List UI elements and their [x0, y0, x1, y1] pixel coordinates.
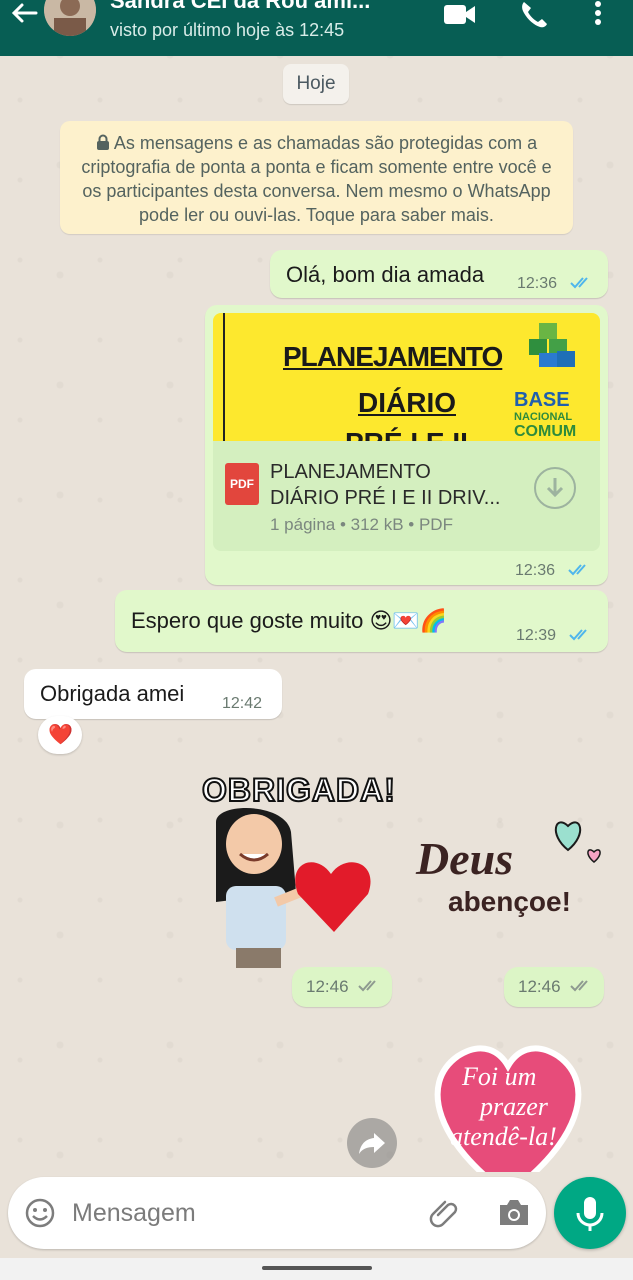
pdf-file-icon: PDF: [225, 463, 259, 505]
video-call-icon[interactable]: [442, 0, 478, 30]
preview-logo-comum: COMUM: [514, 423, 577, 440]
deus-abencoe-sticker[interactable]: Deus abençoe!: [408, 810, 608, 934]
read-ticks-icon: [358, 979, 382, 993]
system-nav-bar: [0, 1258, 633, 1280]
incoming-message[interactable]: Obrigada amei 12:42: [24, 669, 282, 719]
forward-icon[interactable]: [347, 1118, 397, 1168]
message-input[interactable]: [72, 1195, 402, 1231]
read-ticks-icon: [570, 979, 594, 993]
message-text: Olá, bom dia amada: [286, 262, 485, 287]
message-text: Espero que goste muito 😍💌🌈: [131, 608, 448, 633]
bitmoji-girl-heart-icon: [216, 808, 371, 968]
preview-logo-base: BASE: [514, 389, 570, 411]
encryption-notice-text: As mensagens e as chamadas são protegida…: [81, 133, 552, 225]
date-chip: Hoje: [283, 64, 349, 104]
microphone-button[interactable]: [554, 1177, 626, 1249]
message-time: 12:46: [518, 977, 561, 996]
read-ticks-icon: [570, 276, 594, 290]
sticker-text-prazer: prazer: [480, 1092, 548, 1121]
preview-title-line-2: DIÁRIO: [358, 387, 456, 418]
heart-icon: ❤️: [48, 724, 73, 746]
sticker-time-chip: 12:46: [504, 967, 604, 1007]
obrigada-sticker[interactable]: OBRIGADA!: [196, 771, 396, 970]
more-options-icon[interactable]: [588, 0, 608, 30]
sticker-time-chip: 12:46: [292, 967, 392, 1007]
message-text: Obrigada amei: [40, 681, 185, 706]
pdf-file-meta: 1 página • 312 kB • PDF: [270, 515, 453, 534]
preview-title-line-1: PLANEJAMENTO: [283, 341, 503, 372]
message-time: 12:39: [516, 627, 557, 644]
contact-avatar[interactable]: [44, 0, 96, 36]
chat-header: Sandra CEI da Rou ami... visto por últim…: [0, 0, 633, 56]
outgoing-message[interactable]: Olá, bom dia amada 12:36: [270, 250, 608, 298]
last-seen-status: visto por último hoje às 12:45: [110, 20, 345, 40]
lock-icon: [96, 132, 110, 150]
sticker-text-foi-um: Foi um: [462, 1062, 537, 1091]
pdf-file-name: PLANEJAMENTO DIÁRIO PRÉ I E II DRIV...: [270, 459, 520, 511]
contact-name[interactable]: Sandra CEI da Rou ami...: [110, 0, 420, 14]
hearts-icon: [554, 821, 601, 863]
message-time: 12:36: [515, 562, 556, 579]
attach-paperclip-icon[interactable]: [426, 1195, 462, 1231]
outgoing-message[interactable]: Espero que goste muito 😍💌🌈 12:39: [115, 590, 608, 652]
sticker-text-deus: Deus: [416, 833, 514, 884]
preview-title-line-3: PRÉ I E II: [345, 427, 468, 441]
home-gesture-handle[interactable]: [262, 1266, 372, 1270]
sticker-text-abencoe: abençoe!: [448, 886, 571, 917]
microphone-icon: [576, 1197, 604, 1231]
download-icon[interactable]: [534, 467, 576, 509]
emoji-icon[interactable]: [24, 1197, 56, 1229]
read-ticks-icon: [569, 628, 593, 642]
encryption-notice[interactable]: As mensagens e as chamadas são protegida…: [60, 121, 573, 234]
camera-icon[interactable]: [496, 1197, 532, 1229]
voice-call-icon[interactable]: [518, 0, 554, 30]
pdf-preview-image[interactable]: PLANEJAMENTO DIÁRIO PRÉ I E II BASE NACI…: [213, 313, 600, 441]
message-time: 12:42: [222, 695, 263, 712]
preview-logo-nacional: NACIONAL: [514, 411, 573, 423]
bncc-cubes-icon: [521, 321, 581, 371]
pdf-file-name-line-1: PLANEJAMENTO: [270, 461, 431, 483]
read-ticks-icon: [568, 563, 592, 577]
message-time: 12:36: [517, 275, 558, 292]
foi-um-prazer-sticker[interactable]: Foi um prazer atendê-la!: [428, 1044, 588, 1172]
pdf-file-name-line-2: DIÁRIO PRÉ I E II DRIV...: [270, 487, 501, 509]
outgoing-document-message[interactable]: PLANEJAMENTO DIÁRIO PRÉ I E II BASE NACI…: [205, 305, 608, 585]
message-time: 12:46: [306, 977, 349, 996]
heart-reaction[interactable]: ❤️: [38, 716, 82, 754]
sticker-text-atende-la: atendê-la!: [450, 1122, 557, 1151]
pdf-file-info[interactable]: PDF PLANEJAMENTO DIÁRIO PRÉ I E II DRIV.…: [213, 441, 600, 551]
message-composer: [8, 1177, 546, 1249]
back-arrow-icon[interactable]: [8, 0, 40, 28]
